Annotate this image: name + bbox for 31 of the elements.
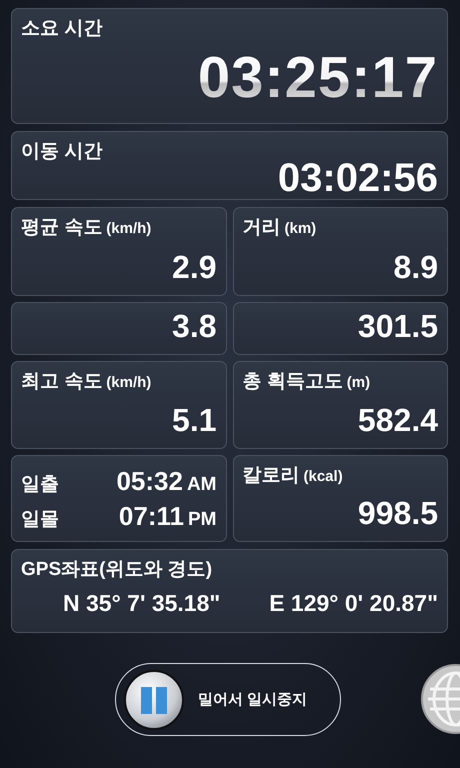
sun-time: 05:32: [116, 466, 183, 497]
sun-time: 07:11: [118, 501, 184, 532]
unit-label: (m): [346, 374, 370, 391]
stat-value: 8.9: [394, 251, 438, 283]
calories-value: 998.5: [358, 497, 438, 529]
stat-label: 거리: [242, 216, 280, 240]
unit-label: (km): [284, 220, 316, 237]
moving-time-label: 이동 시간: [21, 140, 104, 164]
stat-label: 평균 속도: [21, 216, 102, 240]
stat-value: 3.8: [172, 310, 216, 342]
latitude-value: N 35° 7' 35.18": [63, 590, 220, 617]
stat-value: 2.9: [172, 251, 216, 283]
stat-value: 582.4: [358, 404, 438, 436]
longitude-value: E 129° 0' 20.87": [269, 590, 438, 617]
elapsed-time-label: 소요 시간: [21, 17, 104, 41]
globe-icon[interactable]: [420, 663, 460, 735]
sun-label: 일출: [21, 473, 59, 497]
unit-label: (kcal): [304, 468, 343, 485]
pause-slider[interactable]: 밀어서 일시중지: [115, 663, 341, 736]
stat-label: 최고 속도: [21, 370, 102, 394]
stat-label: 칼로리: [242, 464, 300, 488]
time-period: AM: [186, 474, 216, 496]
stat-value: 5.1: [172, 404, 216, 436]
moving-time-value: 03:02:56: [278, 158, 438, 198]
stat-value: 301.5: [358, 310, 438, 342]
stat-label: 총 획득고도: [242, 370, 343, 394]
sun-label: 일몰: [21, 508, 59, 532]
time-period: PM: [188, 509, 216, 531]
unit-label: (km/h): [106, 374, 152, 391]
unit-label: (km/h): [106, 220, 152, 237]
gps-label: GPS좌표(위도와 경도): [21, 558, 214, 582]
